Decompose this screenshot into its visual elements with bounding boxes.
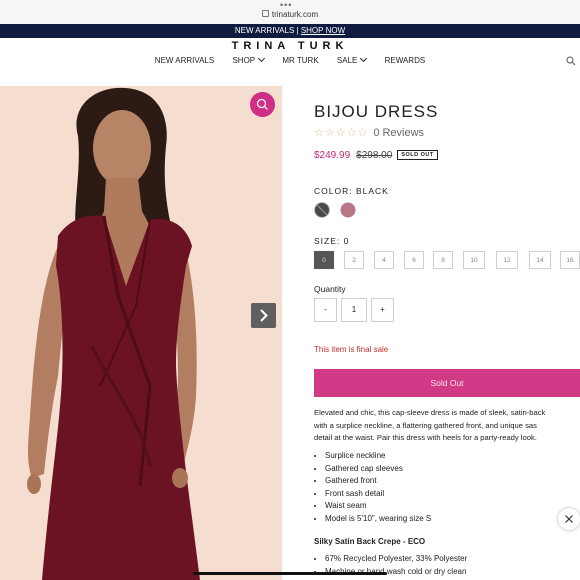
main-nav: NEW ARRIVALS SHOP MR TURK SALE REWARDS xyxy=(0,54,580,65)
rating[interactable]: ☆☆☆☆☆ 0 Reviews xyxy=(314,126,424,139)
browser-bar: ••• trinaturk.com xyxy=(0,0,580,24)
list-item: Gathered cap sleeves xyxy=(325,463,431,476)
nav-sale-label: SALE xyxy=(336,56,358,65)
nav-shop-label: SHOP xyxy=(232,56,256,65)
size-option[interactable]: 12 xyxy=(496,251,518,269)
sale-price: $249.99 xyxy=(314,150,351,161)
sold-out-badge: SOLD OUT xyxy=(397,150,438,160)
home-indicator[interactable] xyxy=(193,572,387,575)
reviews-link[interactable]: 0 Reviews xyxy=(373,127,424,139)
chevron-down-icon xyxy=(360,54,368,63)
quantity-increment-button[interactable]: + xyxy=(371,298,394,322)
size-option[interactable]: 10 xyxy=(463,251,485,269)
nav-shop[interactable]: SHOP xyxy=(232,54,266,65)
promo-bar: NEW ARRIVALS | SHOP NOW xyxy=(0,24,580,38)
nav-mr-turk[interactable]: MR TURK xyxy=(282,56,318,65)
nav-new-arrivals[interactable]: NEW ARRIVALS xyxy=(155,56,214,65)
final-sale-note: This item is final sale xyxy=(314,345,389,354)
search-icon[interactable] xyxy=(566,56,576,66)
product-title: BIJOU DRESS xyxy=(314,102,439,121)
brand-logo[interactable]: TRINA TURK xyxy=(0,40,580,52)
size-option[interactable]: 4 xyxy=(374,251,394,269)
list-item: Front sash detail xyxy=(325,488,431,501)
color-value: BLACK xyxy=(355,186,389,196)
material-heading: Silky Satin Back Crepe - ECO xyxy=(314,537,426,546)
model-illustration xyxy=(0,86,282,580)
quantity-decrement-button[interactable]: - xyxy=(314,298,337,322)
chevron-down-icon xyxy=(258,54,266,63)
size-option[interactable]: 0 xyxy=(314,251,334,269)
size-label: SIZE: 0 xyxy=(314,236,349,246)
size-value: 0 xyxy=(343,236,350,246)
original-price: $298.00 xyxy=(356,150,393,161)
next-image-button[interactable] xyxy=(251,303,276,328)
nav-sale[interactable]: SALE xyxy=(336,54,368,65)
list-item: Model is 5'10", wearing size S xyxy=(325,513,431,526)
list-item: Surplice neckline xyxy=(325,450,431,463)
lock-icon xyxy=(261,10,269,17)
url-bar[interactable]: trinaturk.com xyxy=(0,10,580,19)
shop-now-link[interactable]: SHOP NOW xyxy=(301,26,345,35)
more-dots-icon[interactable]: ••• xyxy=(280,1,292,10)
size-option[interactable]: 16 xyxy=(560,251,580,269)
feature-list: Surplice neckline Gathered cap sleeves G… xyxy=(314,450,431,525)
list-item: 67% Recycled Polyester, 33% Polyester xyxy=(325,553,467,566)
color-label: COLOR: BLACK xyxy=(314,186,389,196)
size-option[interactable]: 6 xyxy=(404,251,424,269)
size-option[interactable]: 14 xyxy=(529,251,551,269)
zoom-button[interactable] xyxy=(250,92,275,117)
price: $249.99 $298.00 SOLD OUT xyxy=(314,150,438,161)
description-line: with a surplice neckline, a flattering g… xyxy=(314,420,537,430)
color-swatch-wine[interactable] xyxy=(340,202,356,218)
product-image[interactable] xyxy=(0,86,282,580)
quantity-label: Quantity xyxy=(314,284,346,294)
product-description: Elevated and chic, this cap-sleeve dress… xyxy=(314,407,580,445)
star-rating-icon: ☆☆☆☆☆ xyxy=(314,127,369,139)
color-label-text: COLOR: xyxy=(314,186,353,196)
list-item: Gathered front xyxy=(325,475,431,488)
color-swatch-black[interactable] xyxy=(314,202,330,218)
sold-out-button[interactable]: Sold Out xyxy=(314,369,580,397)
nav-rewards[interactable]: REWARDS xyxy=(385,56,426,65)
quantity-input[interactable]: 1 xyxy=(341,298,367,322)
size-label-text: SIZE: xyxy=(314,236,341,246)
size-option[interactable]: 8 xyxy=(433,251,453,269)
url-text: trinaturk.com xyxy=(271,10,319,19)
close-popup-button[interactable] xyxy=(558,508,580,530)
list-item: Waist seam xyxy=(325,500,431,513)
promo-text: NEW ARRIVALS | xyxy=(234,26,301,35)
description-line: Elevated and chic, this cap-sleeve dress… xyxy=(314,408,546,417)
description-line: detail at the waist. Pair this dress wit… xyxy=(314,433,537,442)
size-option[interactable]: 2 xyxy=(344,251,364,269)
